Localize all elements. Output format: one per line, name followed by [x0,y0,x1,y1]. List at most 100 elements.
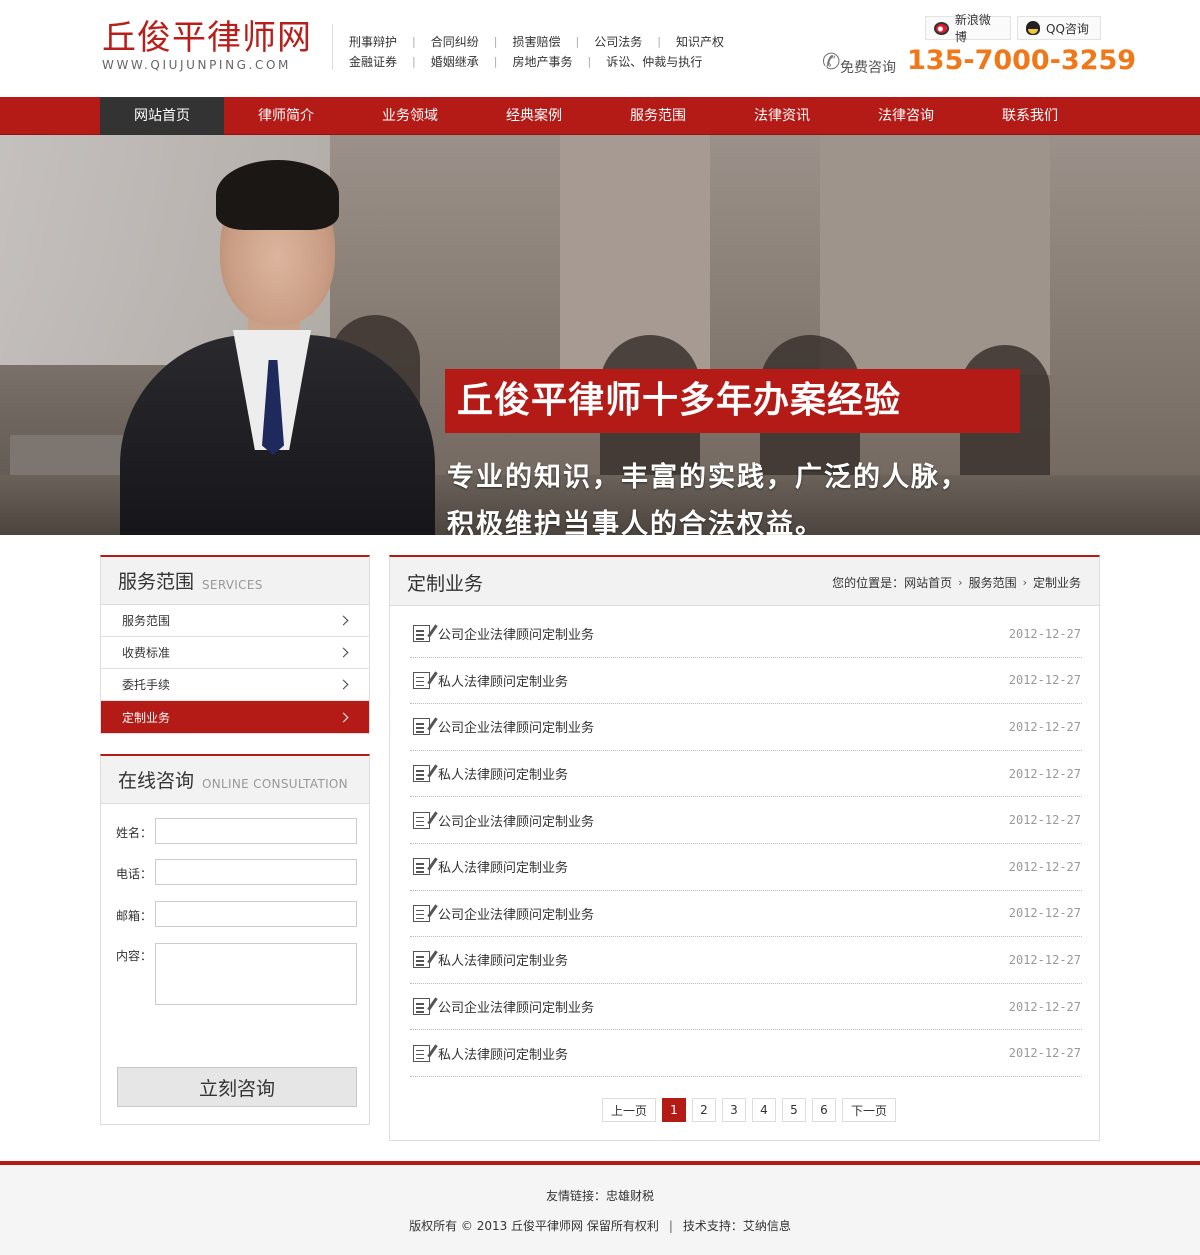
site-logo[interactable]: 丘俊平律师网 WWW.QIUJUNPING.COM [102,18,312,72]
page-number-button[interactable]: 4 [752,1098,776,1122]
phone-field[interactable] [155,859,357,885]
nav-item[interactable]: 网站首页 [100,97,224,135]
email-label: 邮箱： [116,909,153,923]
breadcrumb-item: 定制业务 [1032,576,1081,590]
nav-item[interactable]: 经典案例 [472,97,596,135]
article-title[interactable]: 私人法律顾问定制业务 [438,671,568,690]
article-row[interactable]: 公司企业法律顾问定制业务 2012-12-27 [410,797,1082,844]
quick-link[interactable]: 知识产权 [676,33,724,50]
services-panel: 服务范围 SERVICES 服务范围 收费标准 委托手续定制业务 [100,555,370,734]
quick-link[interactable]: 损害赔偿 [512,33,560,50]
nav-item[interactable]: 法律咨询 [844,97,968,135]
quick-links: 刑事辩护 | 合同纠纷 | 损害赔偿 | 公司法务 | 知识产权 金融证券 | 婚姻继承 | 房地产事务… [349,31,769,71]
services-item[interactable]: 委托手续 [101,669,369,701]
qq-button[interactable]: QQ咨询 [1017,16,1101,40]
site-footer: 友情链接：忠雄财税 版权所有 © 2013 丘俊平律师网 保留所有权利 | 技术支持… [0,1161,1200,1255]
article-row[interactable]: 私人法律顾问定制业务 2012-12-27 [410,937,1082,984]
footer-separator: | [668,1219,673,1233]
breadcrumb-item[interactable]: 网站首页 [904,574,952,591]
next-page-button[interactable]: 下一页 [842,1098,896,1122]
chevron-right-icon [338,679,349,690]
article-title[interactable]: 私人法律顾问定制业务 [438,857,568,876]
quick-link[interactable]: 房地产事务 [512,53,572,70]
article-title[interactable]: 公司企业法律顾问定制业务 [438,624,594,643]
logo-text-en: WWW.QIUJUNPING.COM [102,58,291,72]
hotline-label: 免费咨询 [840,60,896,76]
quick-link-separator: | [575,34,580,48]
qq-label: QQ咨询 [1046,21,1089,36]
document-edit-icon [413,625,430,643]
main-header: 定制业务 您的位置是： 网站首页 › 服务范围 › 定制业务 [390,557,1099,606]
pagination: 上一页 1 2 3 4 5 6 下一页 [602,1098,902,1122]
page-number-button[interactable]: 1 [662,1098,686,1122]
nav-item[interactable]: 法律资讯 [720,97,844,135]
article-title[interactable]: 公司企业法律顾问定制业务 [438,717,594,736]
breadcrumb-item[interactable]: 服务范围 [969,574,1017,591]
consult-title: 在线咨询 [118,770,195,792]
article-row[interactable]: 公司企业法律顾问定制业务 2012-12-27 [410,891,1082,938]
quick-link-separator: | [493,34,498,48]
article-row[interactable]: 公司企业法律顾问定制业务 2012-12-27 [410,984,1082,1031]
nav-item[interactable]: 律师简介 [224,97,348,135]
services-item[interactable]: 定制业务 [101,701,369,733]
main-content: 定制业务 您的位置是： 网站首页 › 服务范围 › 定制业务 公司企业法律顾问定制业务 20… [389,555,1100,1141]
document-edit-icon [413,858,430,876]
article-row[interactable]: 私人法律顾问定制业务 2012-12-27 [410,751,1082,798]
copyright-line: 版权所有 © 2013 丘俊平律师网 保留所有权利 | 技术支持：艾纳信息 [0,1217,1200,1234]
name-field[interactable] [155,818,357,844]
article-title[interactable]: 公司企业法律顾问定制业务 [438,997,594,1016]
article-title[interactable]: 公司企业法律顾问定制业务 [438,904,594,923]
hotline-number[interactable]: 135-7000-3259 [907,45,1136,76]
document-edit-icon [413,1044,430,1062]
content-field[interactable] [155,943,357,1005]
page-number-button[interactable]: 3 [722,1098,746,1122]
prev-page-button[interactable]: 上一页 [602,1098,656,1122]
lawyer-portrait [120,155,435,535]
article-title[interactable]: 私人法律顾问定制业务 [438,950,568,969]
breadcrumb-arrow-icon: › [1022,576,1027,589]
services-item-label: 定制业务 [122,710,171,725]
quick-link[interactable]: 金融证券 [349,53,397,70]
submit-consult-button[interactable]: 立刻咨询 [117,1067,357,1107]
weibo-button[interactable]: 新浪微博 [925,13,1011,44]
quick-link[interactable]: 刑事辩护 [349,33,397,50]
page-number-button[interactable]: 2 [692,1098,716,1122]
friend-links-label: 友情链接： [545,1189,606,1203]
breadcrumb-prefix: 您的位置是： [832,576,905,590]
page-title: 定制业务 [407,573,484,595]
article-row[interactable]: 公司企业法律顾问定制业务 2012-12-27 [410,704,1082,751]
email-field[interactable] [155,901,357,927]
quick-links-row-1: 刑事辩护 | 合同纠纷 | 损害赔偿 | 公司法务 | 知识产权 [349,31,769,51]
nav-item[interactable]: 业务领域 [348,97,472,135]
document-edit-icon [413,718,430,736]
breadcrumb: 您的位置是： 网站首页 › 服务范围 › 定制业务 [832,574,1081,591]
services-item[interactable]: 收费标准 [101,637,369,669]
quick-links-row-2: 金融证券 | 婚姻继承 | 房地产事务 | 诉讼、仲裁与执行 [349,51,769,71]
services-item[interactable]: 服务范围 [101,605,369,637]
quick-link[interactable]: 诉讼、仲裁与执行 [606,53,702,70]
article-title[interactable]: 公司企业法律顾问定制业务 [438,811,594,830]
article-date: 2012-12-27 [1008,952,1081,967]
nav-item[interactable]: 服务范围 [596,97,720,135]
page-number-button[interactable]: 6 [812,1098,836,1122]
phone-icon: ✆ [822,50,841,75]
quick-link[interactable]: 公司法务 [594,33,642,50]
quick-link[interactable]: 婚姻继承 [431,53,479,70]
article-title[interactable]: 私人法律顾问定制业务 [438,764,568,783]
article-date: 2012-12-27 [1008,859,1081,874]
document-edit-icon [413,998,430,1016]
article-row[interactable]: 私人法律顾问定制业务 2012-12-27 [410,844,1082,891]
article-row[interactable]: 私人法律顾问定制业务 2012-12-27 [410,1030,1082,1077]
article-title[interactable]: 私人法律顾问定制业务 [438,1044,568,1063]
services-title-en: SERVICES [202,577,263,592]
main-nav: 网站首页 律师简介 业务领域 经典案例 服务范围 法律资讯 法律咨询 联系我们 [0,97,1200,135]
chevron-right-icon [338,712,349,722]
article-row[interactable]: 公司企业法律顾问定制业务 2012-12-27 [410,611,1082,658]
nav-item[interactable]: 联系我们 [968,97,1092,135]
page-number-button[interactable]: 5 [782,1098,806,1122]
quick-link[interactable]: 合同纠纷 [431,33,479,50]
quick-link-separator: | [412,34,416,48]
article-row[interactable]: 私人法律顾问定制业务 2012-12-27 [410,658,1082,705]
services-header: 服务范围 SERVICES [100,555,370,605]
friend-link[interactable]: 忠雄财税 [606,1189,654,1203]
